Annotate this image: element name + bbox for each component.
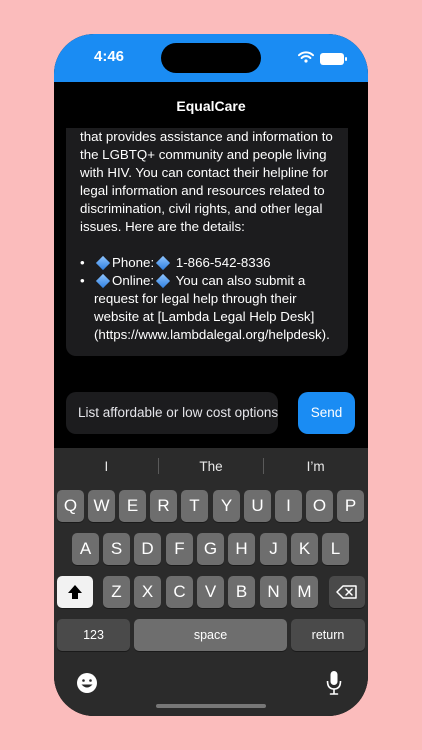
message-input[interactable]: List affordable or low cost options [66, 392, 278, 434]
suggestion-divider [263, 458, 264, 474]
battery-icon [320, 53, 347, 65]
message-list: Phone: 1-866-542-8336 Online: You can al… [80, 254, 336, 344]
key-q[interactable]: Q [57, 490, 84, 522]
navigation-bar: EqualCare [54, 82, 368, 128]
list-item-label: Phone: [112, 255, 155, 270]
status-bar: 4:46 [54, 34, 368, 82]
microphone-icon[interactable] [326, 670, 342, 701]
shift-key[interactable] [57, 576, 93, 608]
key-i[interactable]: I [275, 490, 302, 522]
message-scroll-area[interactable]: that provides assistance and information… [66, 128, 348, 384]
key-f[interactable]: F [166, 533, 193, 565]
key-j[interactable]: J [260, 533, 287, 565]
status-time: 4:46 [94, 48, 125, 65]
key-y[interactable]: Y [213, 490, 240, 522]
key-b[interactable]: B [228, 576, 255, 608]
key-u[interactable]: U [244, 490, 271, 522]
numbers-key[interactable]: 123 [57, 619, 130, 651]
message-bubble: that provides assistance and information… [66, 128, 348, 356]
key-s[interactable]: S [103, 533, 130, 565]
key-z[interactable]: Z [103, 576, 130, 608]
diamond-icon [156, 255, 171, 271]
key-o[interactable]: O [306, 490, 333, 522]
delete-key[interactable] [329, 576, 365, 608]
emoji-icon[interactable] [76, 672, 98, 699]
nav-title: EqualCare [176, 98, 246, 114]
key-m[interactable]: M [291, 576, 318, 608]
key-w[interactable]: W [88, 490, 115, 522]
dynamic-island [161, 43, 261, 73]
key-c[interactable]: C [166, 576, 193, 608]
message-intro: that provides assistance and information… [80, 129, 333, 234]
keyboard: I The I’m Q W E R T Y U I O P A S D F G … [54, 448, 368, 716]
list-item: Online: You can also submit a request fo… [80, 272, 336, 344]
status-icons [298, 50, 347, 68]
key-r[interactable]: R [150, 490, 177, 522]
key-h[interactable]: H [228, 533, 255, 565]
key-p[interactable]: P [337, 490, 364, 522]
key-x[interactable]: X [134, 576, 161, 608]
suggestion-bar: I The I’m [54, 456, 368, 478]
key-a[interactable]: A [72, 533, 99, 565]
return-key[interactable]: return [291, 619, 365, 651]
space-key[interactable]: space [134, 619, 287, 651]
diamond-icon [95, 273, 111, 289]
diamond-icon [95, 255, 111, 271]
key-n[interactable]: N [260, 576, 287, 608]
send-button[interactable]: Send [298, 392, 355, 434]
key-t[interactable]: T [181, 490, 208, 522]
key-g[interactable]: G [197, 533, 224, 565]
list-item: Phone: 1-866-542-8336 [80, 254, 336, 272]
key-k[interactable]: K [291, 533, 318, 565]
wifi-icon [298, 50, 314, 68]
key-d[interactable]: D [134, 533, 161, 565]
suggestion-2[interactable]: The [159, 456, 264, 478]
suggestion-divider [158, 458, 159, 474]
key-v[interactable]: V [197, 576, 224, 608]
suggestion-1[interactable]: I [54, 456, 159, 478]
key-l[interactable]: L [322, 533, 349, 565]
list-item-text: 1-866-542-8336 [175, 255, 271, 270]
composer-row: List affordable or low cost options Send [54, 384, 368, 448]
suggestion-3[interactable]: I’m [263, 456, 368, 478]
key-e[interactable]: E [119, 490, 146, 522]
diamond-icon [156, 273, 171, 289]
backspace-icon [336, 585, 357, 599]
list-item-label: Online: [112, 273, 155, 288]
home-indicator [156, 704, 266, 708]
shift-icon [68, 585, 82, 599]
phone-frame: 4:46 EqualCare that provides assistance … [54, 34, 368, 716]
